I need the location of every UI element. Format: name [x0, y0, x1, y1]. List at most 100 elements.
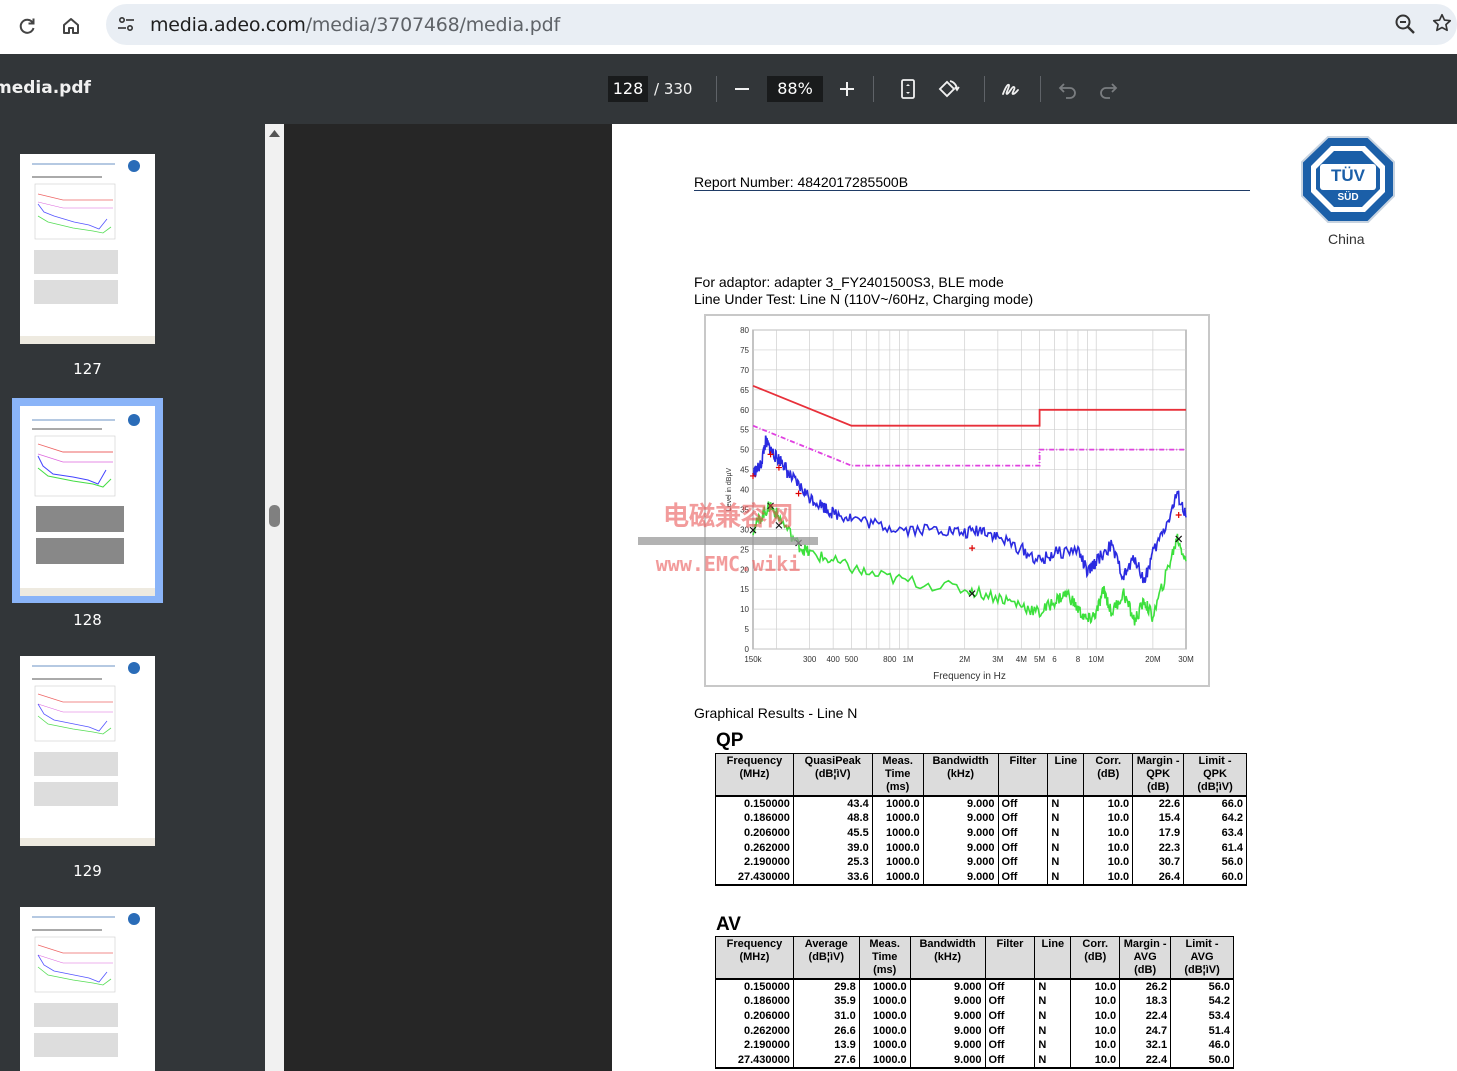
qp-table-cell: Off	[997, 825, 1049, 841]
thumbnail-page-130[interactable]	[20, 907, 155, 1071]
y-tick-label: 70	[740, 366, 749, 375]
qp-header-cell: Margin - QPK (dB)	[1132, 753, 1185, 797]
av-table-cell: 50.0	[1170, 1052, 1234, 1069]
qp-table-cell: 63.4	[1183, 825, 1247, 841]
home-button[interactable]	[54, 9, 88, 43]
y-tick-label: 10	[740, 605, 749, 614]
thumbnail-page-129[interactable]	[20, 656, 155, 846]
av-table-row: 0.206000 31.0 1000.0 9.000 Off N 10.0 22.4 53.4	[715, 1008, 1234, 1024]
fit-page-button[interactable]	[895, 76, 921, 102]
toolbar-divider	[873, 76, 874, 102]
y-tick-label: 40	[740, 486, 749, 495]
zoom-out-button[interactable]	[729, 76, 755, 102]
zoom-level-input[interactable]: 88%	[767, 76, 823, 102]
av-table-cell: Off	[984, 994, 1036, 1009]
qp-table-cell: 1000.0	[871, 869, 924, 886]
undo-button[interactable]	[1055, 76, 1081, 102]
qp-table-cell: N	[1047, 811, 1085, 826]
toolbar-divider	[716, 76, 717, 102]
av-table-cell: Off	[984, 978, 1036, 994]
av-header-cell: Frequency (MHz)	[715, 936, 794, 980]
rotate-button[interactable]	[935, 76, 961, 102]
av-table-cell: 1000.0	[858, 1038, 911, 1053]
graph-caption: Graphical Results - Line N	[694, 705, 858, 721]
av-table-cell: 26.6	[792, 1023, 860, 1039]
qp-header-cell: Bandwidth (kHz)	[922, 753, 999, 797]
redo-icon	[1100, 83, 1118, 99]
qp-table-cell: 10.0	[1083, 825, 1134, 841]
header-rule	[694, 190, 1250, 191]
qp-header-cell: Line	[1047, 753, 1085, 797]
qp-table-cell: 27.430000	[715, 869, 794, 886]
av-table-row: 27.430000 27.6 1000.0 9.000 Off N 10.0 22.4 50.0	[715, 1052, 1234, 1069]
av-table-cell: N	[1034, 1038, 1072, 1053]
qp-table-cell: 10.0	[1083, 795, 1134, 811]
line-under-test: Line Under Test: Line N (110V~/60Hz, Cha…	[694, 291, 1034, 307]
qp-table-row: 0.262000 39.0 1000.0 9.000 Off N 10.0 22.3 61.4	[715, 840, 1247, 856]
x-tick-label: 10M	[1088, 655, 1104, 664]
qp-table-cell: 10.0	[1083, 869, 1134, 886]
zoom-in-button[interactable]	[834, 76, 860, 102]
x-tick-label: 150k	[744, 655, 762, 664]
av-header-cell: Margin - AVG (dB)	[1119, 936, 1172, 980]
qp-table-cell: 25.3	[792, 855, 873, 870]
page-number-input[interactable]: 128	[608, 76, 648, 102]
thumbnail-page-127[interactable]	[20, 154, 155, 344]
av-table-cell: 9.000	[909, 1008, 986, 1024]
address-bar[interactable]: media.adeo.com/media/3707468/media.pdf	[106, 4, 1457, 45]
av-table-cell: 22.4	[1119, 1008, 1172, 1024]
qp-table-row: 0.150000 43.4 1000.0 9.000 Off N 10.0 22.6 66.0	[715, 795, 1247, 811]
av-table-cell: 9.000	[909, 978, 986, 994]
emission-chart-frame: 0 5 10 15 20 25 30 35 40 45 50 55 60 65 70 75 80 150k 300 4…	[704, 314, 1210, 687]
qp-table-cell: 9.000	[922, 840, 999, 856]
toolbar-divider	[1040, 76, 1041, 102]
y-tick-label: 0	[745, 645, 750, 654]
av-header-cell: Line	[1034, 936, 1072, 980]
av-table-cell: 18.3	[1119, 994, 1172, 1009]
qp-table-cell: 0.186000	[715, 811, 794, 826]
x-tick-label: 800	[883, 655, 897, 664]
url-path: /media/3707468/media.pdf	[305, 14, 560, 36]
av-table-cell: 9.000	[909, 1038, 986, 1053]
pdf-toolbar: media.pdf 128 / 330 88%	[0, 54, 1457, 124]
rotate-icon	[938, 80, 960, 98]
x-tick-label: 2M	[959, 655, 970, 664]
qp-header-cell: Filter	[997, 753, 1049, 797]
qp-table-cell: 9.000	[922, 795, 999, 811]
qp-table-cell: 1000.0	[871, 795, 924, 811]
thumbnail-page-number: 128	[73, 611, 102, 629]
url-text[interactable]: media.adeo.com/media/3707468/media.pdf	[150, 14, 560, 36]
av-table-cell: 1000.0	[858, 1052, 911, 1069]
bookmark-star-icon[interactable]	[1431, 12, 1453, 39]
qp-table-cell: 1000.0	[871, 840, 924, 856]
qp-header-cell: Corr. (dB)	[1083, 753, 1134, 797]
pdf-title: media.pdf	[0, 78, 91, 98]
qp-table-cell: 43.4	[792, 795, 873, 811]
reload-button[interactable]	[10, 9, 44, 43]
scroll-up-arrow-icon[interactable]	[268, 128, 281, 138]
qp-table-cell: 0.206000	[715, 825, 794, 841]
av-table-row: 0.262000 26.6 1000.0 9.000 Off N 10.0 24.7 51.4	[715, 1023, 1234, 1039]
draw-button[interactable]	[998, 76, 1024, 102]
zoom-out-icon[interactable]	[1393, 12, 1417, 41]
sidebar-scrollbar-thumb[interactable]	[269, 505, 280, 527]
av-results-table: Frequency (MHz) Average (dB¦ìV) Meas. Time…	[715, 936, 1234, 1069]
av-table-cell: 1000.0	[858, 978, 911, 994]
site-settings-icon[interactable]	[114, 12, 138, 36]
x-tick-label: 6	[1052, 655, 1057, 664]
minus-icon	[735, 88, 749, 90]
qp-table-cell: 60.0	[1183, 869, 1247, 886]
y-tick-label: 60	[740, 406, 749, 415]
av-table-cell: 1000.0	[858, 1008, 911, 1024]
av-table-cell: 9.000	[909, 994, 986, 1009]
redo-button[interactable]	[1095, 76, 1121, 102]
av-header-cell: Meas. Time (ms)	[858, 936, 911, 980]
sidebar-scrollbar[interactable]	[265, 124, 284, 1071]
y-tick-label: 25	[740, 545, 749, 554]
av-table-cell: 10.0	[1070, 1023, 1121, 1039]
thumbnail-page-128-selected[interactable]	[12, 398, 163, 603]
av-table-cell: 27.430000	[715, 1052, 794, 1069]
x-tick-label: 8	[1076, 655, 1081, 664]
qp-table-cell: 1000.0	[871, 811, 924, 826]
qp-table-row: 0.206000 45.5 1000.0 9.000 Off N 10.0 17.9 63.4	[715, 825, 1247, 841]
